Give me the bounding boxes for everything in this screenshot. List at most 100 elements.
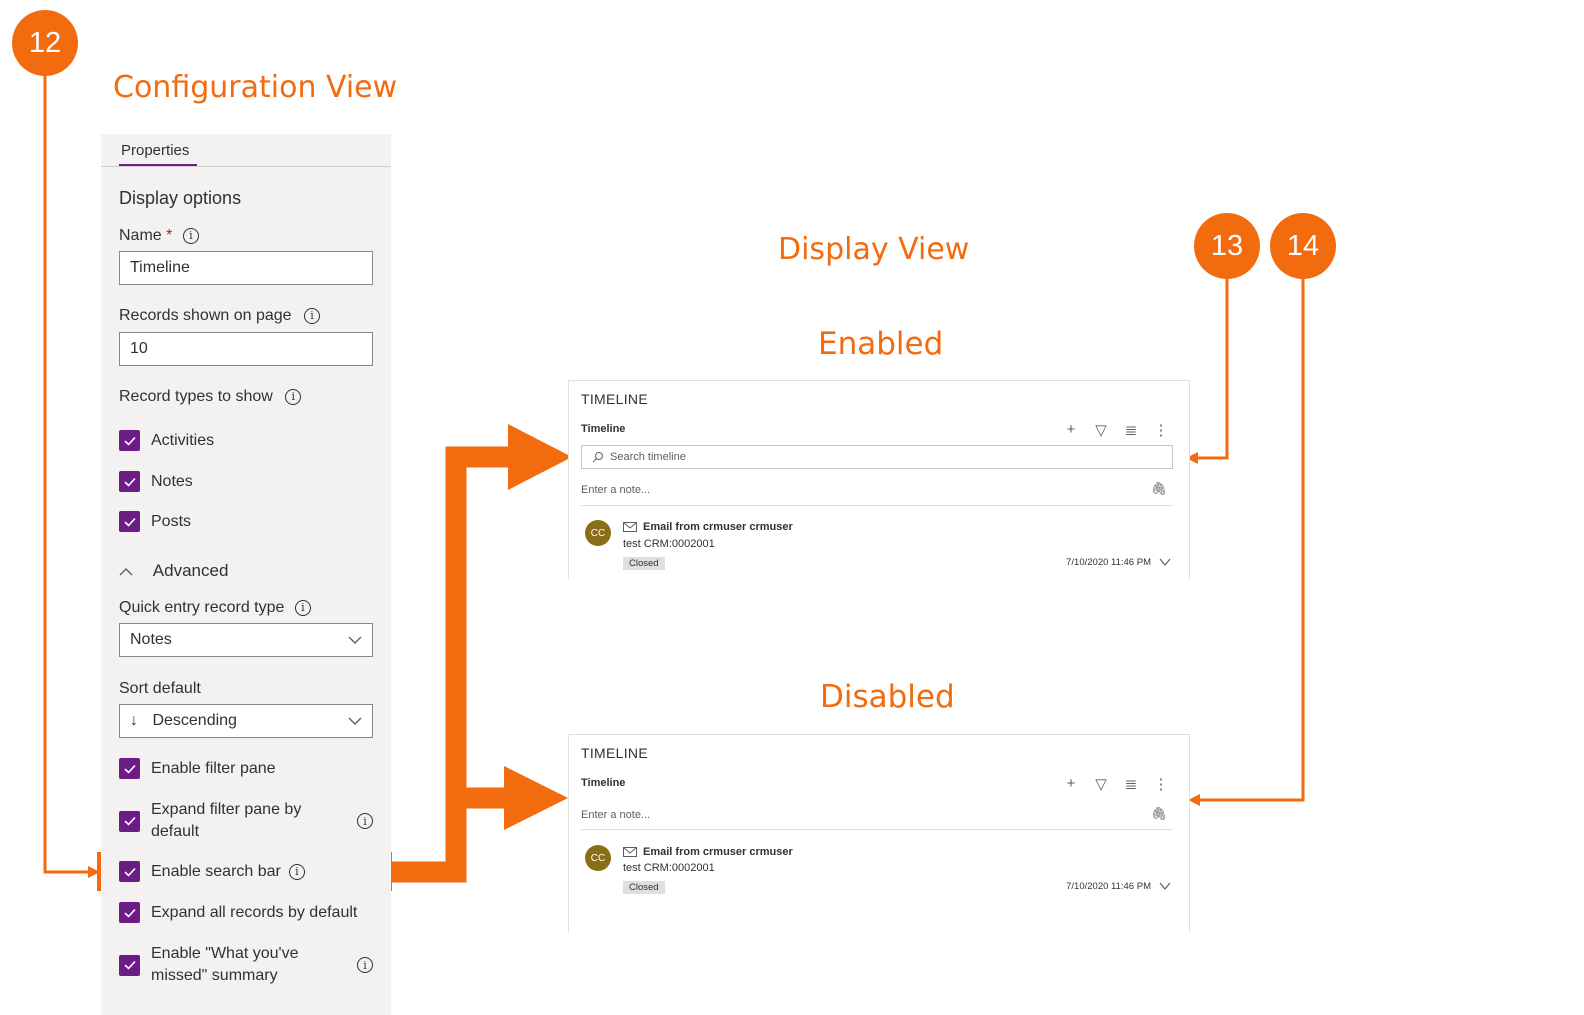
display-view-title: Display View [778,232,970,267]
records-shown-label-text: Records shown on page [119,307,292,324]
checkbox-checked-icon[interactable] [119,471,140,492]
name-label-text: Name [119,227,162,244]
search-timeline-input[interactable]: Search timeline [581,445,1173,469]
note-input[interactable]: Enter a note... [581,484,650,496]
tab-divider [101,166,391,167]
checkbox-whats-missed-summary[interactable]: Enable "What you've missed" summary i [119,943,373,987]
callout-badge-12: 12 [12,10,78,76]
checkbox-label: Enable filter pane [151,759,276,777]
big-arrow-enabled [508,424,572,490]
callout-badge-14: 14 [1270,213,1336,279]
email-icon [623,847,637,857]
checkbox-label: Expand all records by default [151,903,358,921]
checkbox-label: Posts [151,512,192,530]
add-icon[interactable]: + [1063,775,1079,793]
chevron-down-icon[interactable] [1159,881,1171,891]
record-types-label-text: Record types to show [119,388,273,405]
sort-default-select[interactable]: ↓ Descending [119,704,373,738]
sort-default-value: Descending [152,712,237,729]
quick-entry-value: Notes [130,631,172,648]
checkbox-checked-icon[interactable] [119,758,140,779]
advanced-toggle[interactable]: Advanced [119,561,228,581]
checkbox-label: Activities [151,431,215,449]
timeline-subtitle: Timeline [581,777,626,789]
timeline-toolbar: + ▽ ≣ ⋮ [1063,775,1169,793]
checkbox-checked-icon[interactable] [119,954,140,976]
timeline-card-enabled: TIMELINE Timeline + ▽ ≣ ⋮ Search timelin… [568,380,1190,579]
divider [581,505,1173,506]
checkbox-checked-icon[interactable] [119,861,140,882]
activity-timestamp: 7/10/2020 11:46 PM [1066,557,1151,568]
chevron-up-icon [119,567,133,576]
checkbox-posts[interactable]: Posts [119,511,191,532]
info-icon[interactable]: i [285,388,302,405]
connector-14 [1198,278,1305,802]
info-icon[interactable]: i [357,813,373,829]
info-icon[interactable]: i [357,957,373,973]
timeline-toolbar: + ▽ ≣ ⋮ [1063,421,1169,439]
arrow-down-icon: ↓ [130,712,138,729]
chevron-down-icon[interactable] [1159,557,1171,567]
quick-entry-label-text: Quick entry record type [119,599,285,616]
quick-entry-label: Quick entry record type i [119,599,311,617]
name-input[interactable]: Timeline [119,251,373,285]
filter-icon[interactable]: ▽ [1093,775,1109,793]
checkbox-checked-icon[interactable] [119,430,140,451]
connector-12 [43,75,92,874]
list-icon[interactable]: ≣ [1123,775,1139,793]
info-icon[interactable]: i [182,227,199,244]
timeline-header: TIMELINE [581,391,648,407]
more-icon[interactable]: ⋮ [1153,421,1169,439]
chevron-down-icon [348,717,362,725]
checkbox-expand-all-records[interactable]: Expand all records by default [119,902,357,923]
connector-13 [1196,278,1229,460]
avatar: CC [585,520,611,546]
checkbox-enable-filter-pane[interactable]: Enable filter pane [119,758,276,779]
activity-title[interactable]: Email from crmuser crmuser [643,521,793,533]
attachment-icon[interactable]: 🖇 [1150,481,1167,497]
more-icon[interactable]: ⋮ [1153,775,1169,793]
checkbox-checked-icon[interactable] [119,810,140,832]
required-indicator: * [166,227,173,244]
checkbox-label: Notes [151,472,193,490]
add-icon[interactable]: + [1063,421,1079,439]
name-label: Name * i [119,227,199,245]
enabled-title: Enabled [818,326,944,362]
checkbox-expand-filter-pane[interactable]: Expand filter pane by default i [119,799,373,843]
disabled-title: Disabled [820,679,955,715]
attachment-icon[interactable]: 🖇 [1150,806,1167,822]
tab-properties[interactable]: Properties [121,142,189,159]
sort-default-label: Sort default [119,680,201,697]
checkbox-label: Enable "What you've missed" summary [151,945,299,984]
note-input[interactable]: Enter a note... [581,809,650,821]
info-icon[interactable]: i [294,599,311,616]
timeline-header: TIMELINE [581,745,648,761]
records-shown-input[interactable]: 10 [119,332,373,366]
checkbox-activities[interactable]: Activities [119,430,214,451]
quick-entry-select[interactable]: Notes [119,623,373,657]
timeline-subtitle: Timeline [581,423,626,435]
checkbox-label: Enable search bar [151,862,281,880]
checkbox-notes[interactable]: Notes [119,471,193,492]
display-options-heading: Display options [119,188,242,208]
timeline-card-disabled: TIMELINE Timeline + ▽ ≣ ⋮ Enter a note..… [568,734,1190,933]
properties-panel: Properties Display options Name * i Time… [101,134,391,1015]
info-icon[interactable]: i [288,863,305,880]
checkbox-checked-icon[interactable] [119,511,140,532]
activity-title[interactable]: Email from crmuser crmuser [643,846,793,858]
checkbox-label: Expand filter pane by default [151,801,302,840]
search-icon [592,452,603,463]
status-badge: Closed [623,881,665,894]
activity-subject: test CRM:0002001 [623,862,715,874]
email-icon [623,522,637,532]
checkbox-enable-search-bar[interactable]: Enable search bar i [119,861,305,882]
list-icon[interactable]: ≣ [1123,421,1139,439]
info-icon[interactable]: i [304,307,321,324]
activity-timestamp: 7/10/2020 11:46 PM [1066,881,1151,892]
avatar: CC [585,845,611,871]
filter-icon[interactable]: ▽ [1093,421,1109,439]
callout-badge-13: 13 [1194,213,1260,279]
divider [581,829,1173,830]
checkbox-checked-icon[interactable] [119,902,140,923]
activity-subject: test CRM:0002001 [623,538,715,550]
